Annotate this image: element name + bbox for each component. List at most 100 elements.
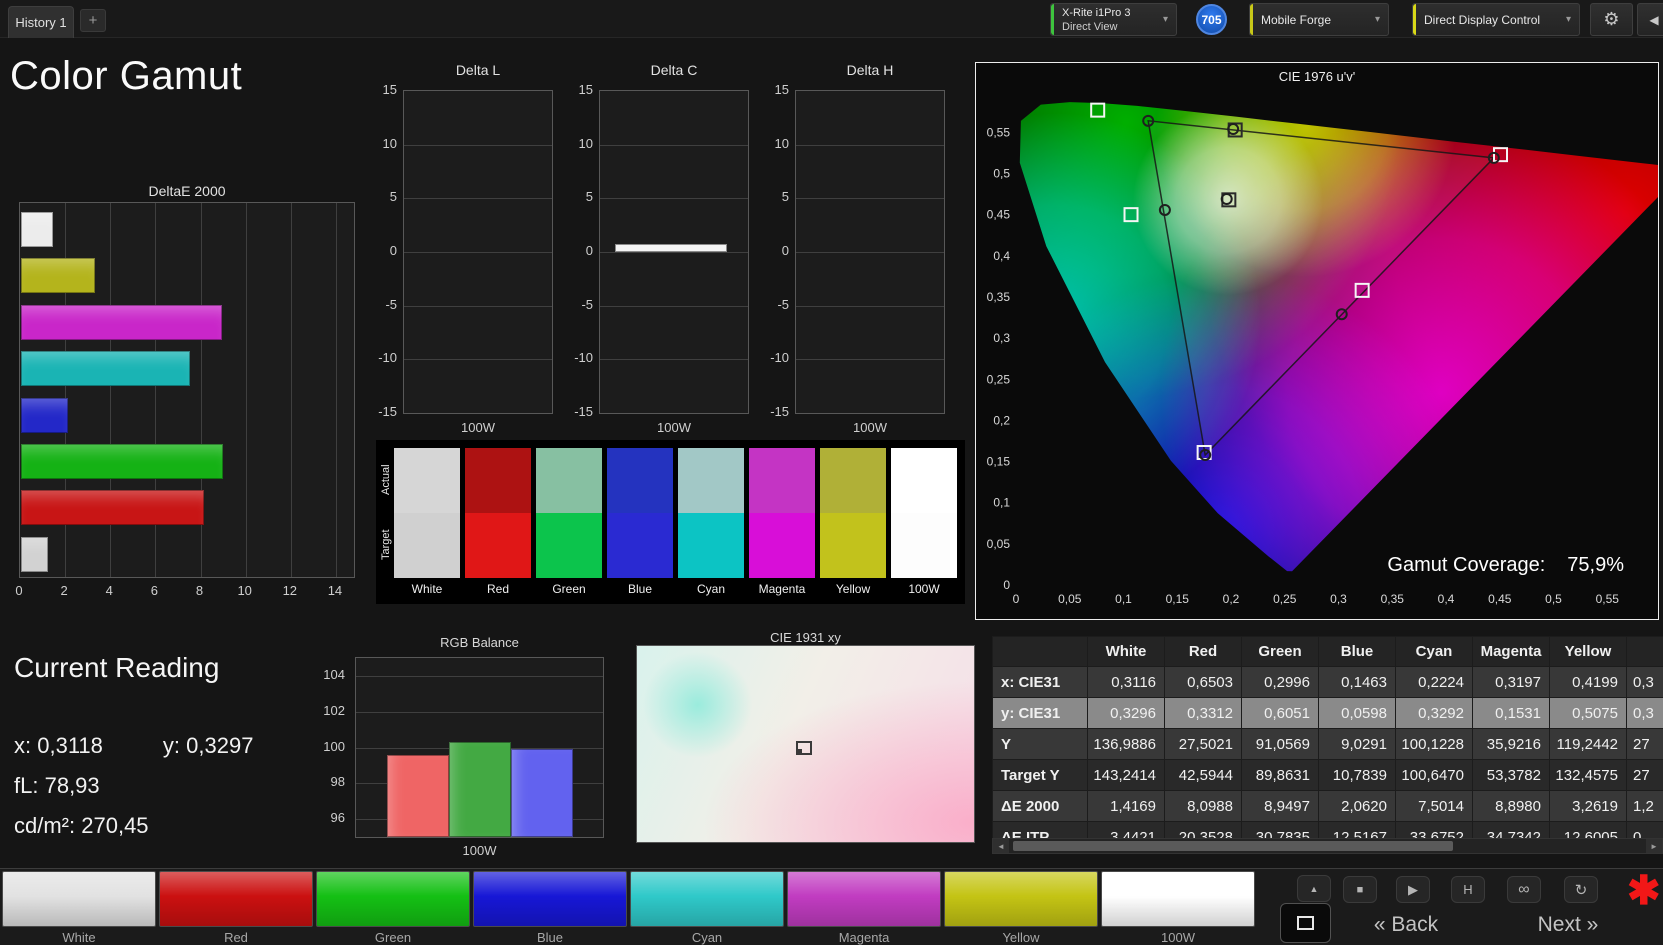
table-header-cell: Red [1165, 637, 1242, 667]
deltae2000-plot [19, 202, 355, 578]
alert-asterisk-icon[interactable]: ✱ [1627, 869, 1661, 913]
meter-badge[interactable]: 705 [1196, 4, 1227, 35]
deltae2000-bar [21, 351, 190, 386]
scroll-left-arrow[interactable]: ◄ [993, 839, 1009, 853]
patch-button-red[interactable] [159, 871, 313, 927]
delta-c-gridline [600, 306, 748, 307]
table-cell: 0,1463 [1319, 667, 1396, 698]
table-row[interactable]: x: CIE310,31160,65030,29960,14630,22240,… [993, 667, 1663, 698]
delta-h-y-tick-label: -5 [755, 297, 789, 312]
rgb-gridline [356, 712, 603, 713]
nav-back-button[interactable]: ◀ [1637, 3, 1663, 36]
meter-dropdown[interactable]: X-Rite i1Pro 3 Direct View ▾ [1050, 3, 1177, 36]
table-cell: 7,5014 [1396, 791, 1473, 822]
delta-h-plot [795, 90, 945, 414]
table-cell: 0,3312 [1165, 698, 1242, 729]
target-swatch [465, 513, 531, 578]
patch-button-100w[interactable] [1101, 871, 1255, 927]
add-tab-button[interactable]: + [80, 9, 106, 32]
table-cell: 0,6051 [1242, 698, 1319, 729]
table-cell: 0,2996 [1242, 667, 1319, 698]
patch-button-green[interactable] [316, 871, 470, 927]
deltae2000-title: DeltaE 2000 [19, 183, 355, 199]
tab-history-1[interactable]: History 1 [8, 6, 74, 38]
patch-button-yellow[interactable] [944, 871, 1098, 927]
patch-button-blue[interactable] [473, 871, 627, 927]
delta-l-plot [403, 90, 553, 414]
rgb-y-tick-label: 102 [300, 703, 345, 718]
cie-x-tick-label: 0,25 [1273, 592, 1297, 606]
table-row[interactable]: ΔE 20001,41698,09888,94972,06207,50148,8… [993, 791, 1663, 822]
swatch-name: 100W [891, 582, 957, 596]
table-row[interactable]: y: CIE310,32960,33120,60510,05980,32920,… [993, 698, 1663, 729]
patch-button-cyan[interactable] [630, 871, 784, 927]
pattern-source-label: Mobile Forge [1250, 13, 1331, 27]
table-header-cell: Cyan [1396, 637, 1473, 667]
swatch-name: Cyan [678, 582, 744, 596]
table-horizontal-scrollbar[interactable]: ◄ ► [992, 838, 1663, 854]
gamut-coverage-value: 75,9% [1567, 554, 1624, 576]
patch-button-magenta[interactable] [787, 871, 941, 927]
arrow-left-icon: ◀ [1649, 13, 1658, 27]
deltae2000-gridline [336, 203, 337, 577]
pattern-window-button[interactable] [1280, 903, 1331, 943]
rgb-y-tick-label: 104 [300, 667, 345, 682]
scroll-right-arrow[interactable]: ► [1646, 839, 1662, 853]
top-bar: History 1 + X-Rite i1Pro 3 Direct View ▾… [0, 0, 1663, 38]
table-cell: 0, [1627, 822, 1663, 839]
display-control-dropdown[interactable]: Direct Display Control ▾ [1412, 3, 1580, 36]
table-cell: 8,8980 [1473, 791, 1550, 822]
settings-button[interactable]: ⚙ [1590, 3, 1633, 36]
delta-l-y-tick-label: 5 [363, 189, 397, 204]
patch-label: Blue [473, 930, 627, 945]
collapse-button[interactable]: ▲ [1297, 875, 1331, 902]
delta-h-gridline [796, 145, 944, 146]
delta-c-bar [615, 244, 727, 252]
h-icon: H [1463, 882, 1472, 897]
deltae2000-bar [21, 537, 48, 572]
target-swatch [678, 513, 744, 578]
table-cell: 0,4199 [1550, 667, 1627, 698]
actual-target-swatch-strip: Actual Target WhiteRedGreenBlueCyanMagen… [376, 440, 965, 604]
table-row[interactable]: Y136,988627,502191,05699,0291100,122835,… [993, 729, 1663, 760]
cie-y-tick-label: 0,3 [993, 331, 1010, 345]
display-control-accent [1413, 4, 1416, 35]
cie-x-tick-label: 0,05 [1058, 592, 1082, 606]
swatch-column: Yellow [820, 448, 886, 596]
delta-c-y-tick-label: 5 [559, 189, 593, 204]
patch-button-white[interactable] [2, 871, 156, 927]
delta-l-y-tick-label: 0 [363, 243, 397, 258]
table-row[interactable]: Target Y143,241442,594489,863110,7839100… [993, 760, 1663, 791]
deltae2000-bar [21, 305, 222, 340]
target-swatch [536, 513, 602, 578]
table-row[interactable]: ΔE ITP3,442120,352830,783512,516733,6752… [993, 822, 1663, 839]
swatch-name: Magenta [749, 582, 815, 596]
deltae2000-bar [21, 212, 53, 247]
gamut-coverage-label: Gamut Coverage: [1387, 554, 1545, 576]
next-button[interactable]: Next » [1503, 908, 1633, 941]
cie-y-tick-label: 0,5 [993, 167, 1010, 181]
meter-status-accent [1051, 4, 1054, 35]
stop-button[interactable]: ■ [1343, 876, 1377, 903]
cie1976-title: CIE 1976 u'v' [976, 69, 1658, 84]
rgb-balance-plot [355, 657, 604, 838]
target-swatch [820, 513, 886, 578]
back-button[interactable]: « Back [1341, 908, 1471, 941]
table-cell: 3,2619 [1550, 791, 1627, 822]
table-cell: 0,6503 [1165, 667, 1242, 698]
play-button[interactable]: ▶ [1396, 876, 1430, 903]
actual-swatch [465, 448, 531, 513]
h-mode-button[interactable]: H [1451, 876, 1485, 903]
cie-x-tick-label: 0,5 [1545, 592, 1562, 606]
patch-label: White [2, 930, 156, 945]
swatch-column: 100W [891, 448, 957, 596]
table-cell: 89,8631 [1242, 760, 1319, 791]
refresh-button[interactable]: ↻ [1564, 876, 1598, 903]
scrollbar-thumb[interactable] [1013, 841, 1453, 851]
continuous-read-button[interactable]: ∞ [1507, 876, 1541, 903]
delta-h-y-tick-label: 10 [755, 136, 789, 151]
delta-h-y-tick-label: 5 [755, 189, 789, 204]
delta-l-y-tick-label: -10 [363, 350, 397, 365]
table-cell: 53,3782 [1473, 760, 1550, 791]
pattern-source-dropdown[interactable]: Mobile Forge ▾ [1249, 3, 1389, 36]
